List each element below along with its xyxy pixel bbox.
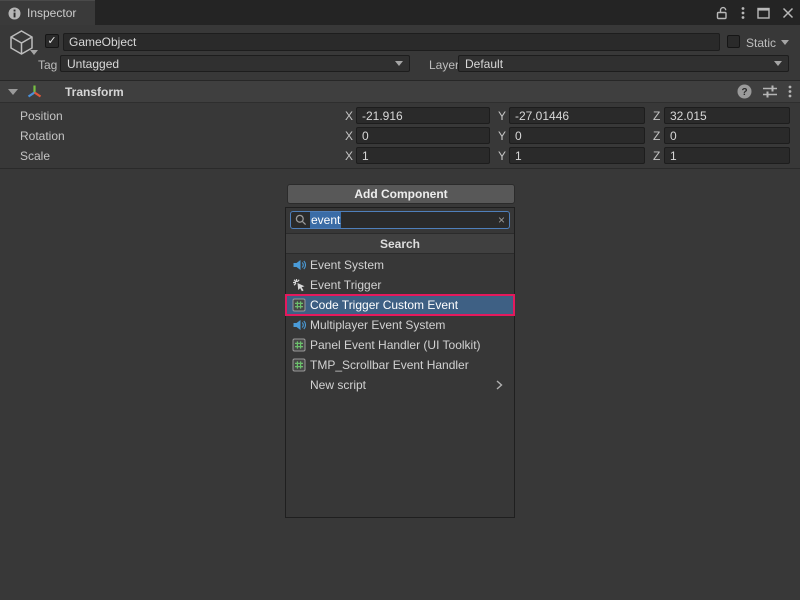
- chevron-right-icon: [492, 378, 506, 392]
- help-icon[interactable]: ?: [737, 84, 752, 99]
- position-z-value: 32.015: [670, 109, 707, 123]
- axis-x-label: X: [345, 109, 353, 123]
- event-system-icon: [292, 258, 306, 272]
- axis-z-label: Z: [653, 129, 660, 143]
- svg-text:?: ?: [741, 87, 747, 98]
- unlock-icon[interactable]: [716, 6, 729, 20]
- layer-dropdown-arrow: [774, 61, 782, 66]
- tag-label: Tag: [38, 58, 57, 72]
- scale-z-value: 1: [670, 149, 677, 163]
- rotation-y-field[interactable]: 0: [509, 127, 645, 144]
- clear-search-icon[interactable]: ×: [498, 213, 505, 227]
- list-item-multiplayer-event-system[interactable]: Multiplayer Event System: [286, 315, 514, 335]
- position-label: Position: [20, 109, 63, 123]
- list-item-event-trigger[interactable]: Event Trigger: [286, 275, 514, 295]
- presets-icon[interactable]: [762, 84, 778, 99]
- layer-dropdown[interactable]: Default: [458, 55, 789, 72]
- position-y-value: -27.01446: [515, 109, 569, 123]
- add-component-label: Add Component: [354, 187, 447, 201]
- axis-z-label: Z: [653, 149, 660, 163]
- tag-value: Untagged: [67, 57, 119, 71]
- scale-z-field[interactable]: 1: [664, 147, 790, 164]
- close-icon[interactable]: [782, 7, 794, 19]
- axis-y-label: Y: [498, 149, 506, 163]
- search-section-header: Search: [286, 233, 514, 254]
- tab-inspector[interactable]: Inspector: [0, 0, 95, 25]
- window-titlebar: Inspector: [0, 0, 800, 25]
- transform-component-header[interactable]: Transform ?: [0, 80, 800, 103]
- rotation-x-field[interactable]: 0: [356, 127, 490, 144]
- checkmark: ✓: [47, 35, 56, 47]
- scale-label: Scale: [20, 149, 50, 163]
- csharp-script-icon: [292, 298, 306, 312]
- item-label: Event System: [310, 258, 384, 272]
- list-item-panel-event-handler[interactable]: Panel Event Handler (UI Toolkit): [286, 335, 514, 355]
- axis-z-label: Z: [653, 109, 660, 123]
- maximize-icon[interactable]: [757, 7, 770, 19]
- scale-x-field[interactable]: 1: [356, 147, 490, 164]
- unity-inspector-window: Inspector ✓: [0, 0, 800, 600]
- rotation-z-field[interactable]: 0: [664, 127, 790, 144]
- item-label: Event Trigger: [310, 278, 381, 292]
- csharp-script-icon: [292, 358, 306, 372]
- layer-label: Layer: [429, 58, 459, 72]
- rotation-y-value: 0: [515, 129, 522, 143]
- rotation-z-value: 0: [670, 129, 677, 143]
- gameobject-name: GameObject: [69, 35, 136, 49]
- static-dropdown-arrow[interactable]: [781, 40, 789, 45]
- item-label: Multiplayer Event System: [310, 318, 445, 332]
- active-checkbox[interactable]: ✓: [45, 34, 59, 48]
- list-item-new-script[interactable]: New script: [286, 375, 514, 395]
- axis-x-label: X: [345, 149, 353, 163]
- scale-y-field[interactable]: 1: [509, 147, 645, 164]
- item-label: New script: [310, 378, 366, 392]
- add-component-button[interactable]: Add Component: [287, 184, 515, 204]
- layer-value: Default: [465, 57, 503, 71]
- item-label: TMP_Scrollbar Event Handler: [310, 358, 469, 372]
- axis-y-label: Y: [498, 109, 506, 123]
- add-component-popup: event × Search Event System Event Trigge…: [285, 207, 515, 518]
- list-item-code-trigger-custom-event[interactable]: Code Trigger Custom Event: [286, 295, 514, 315]
- axis-y-label: Y: [498, 129, 506, 143]
- list-item-tmp-scrollbar-event-handler[interactable]: TMP_Scrollbar Event Handler: [286, 355, 514, 375]
- transform-icon: [26, 83, 43, 100]
- kebab-menu-icon[interactable]: [741, 6, 745, 20]
- component-kebab-menu-icon[interactable]: [788, 84, 792, 99]
- event-system-icon: [292, 318, 306, 332]
- gameobject-icon-dropdown-arrow[interactable]: [30, 50, 38, 55]
- position-y-field[interactable]: -27.01446: [509, 107, 645, 124]
- static-checkbox[interactable]: [727, 35, 740, 48]
- axis-x-label: X: [345, 129, 353, 143]
- search-section-title: Search: [380, 237, 420, 251]
- tag-dropdown-arrow: [395, 61, 403, 66]
- scale-y-value: 1: [515, 149, 522, 163]
- foldout-arrow-icon[interactable]: [8, 89, 18, 95]
- component-results-list: Event System Event Trigger Code Trigger …: [286, 255, 514, 395]
- search-text-selected: event: [310, 212, 341, 228]
- position-z-field[interactable]: 32.015: [664, 107, 790, 124]
- position-x-field[interactable]: -21.916: [356, 107, 490, 124]
- item-label: Code Trigger Custom Event: [310, 298, 458, 312]
- position-x-value: -21.916: [362, 109, 403, 123]
- component-search-input[interactable]: event ×: [290, 211, 510, 229]
- rotation-label: Rotation: [20, 129, 65, 143]
- rotation-x-value: 0: [362, 129, 369, 143]
- tag-dropdown[interactable]: Untagged: [60, 55, 410, 72]
- transform-title: Transform: [65, 85, 124, 99]
- tab-label: Inspector: [27, 6, 76, 20]
- component-divider: [0, 168, 800, 169]
- item-label: Panel Event Handler (UI Toolkit): [310, 338, 481, 352]
- list-item-event-system[interactable]: Event System: [286, 255, 514, 275]
- info-icon: [8, 7, 21, 20]
- window-controls: [716, 0, 794, 25]
- csharp-script-icon: [292, 338, 306, 352]
- event-trigger-icon: [292, 278, 306, 292]
- gameobject-name-field[interactable]: GameObject: [63, 33, 720, 51]
- search-icon: [295, 214, 307, 226]
- static-label: Static: [746, 36, 776, 50]
- scale-x-value: 1: [362, 149, 369, 163]
